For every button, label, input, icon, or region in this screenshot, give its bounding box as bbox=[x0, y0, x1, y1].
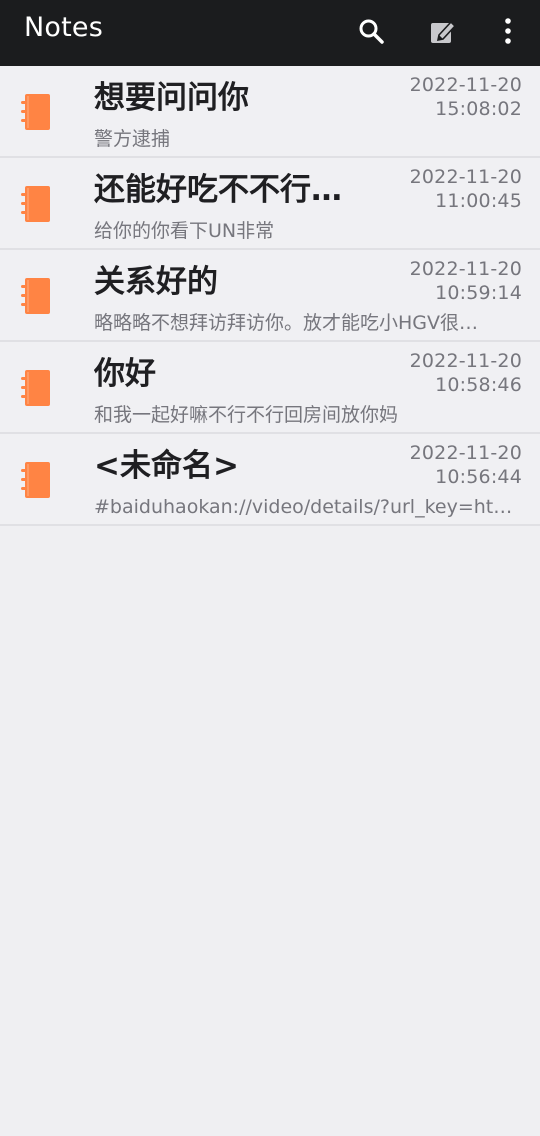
note-title: 想要问问你 bbox=[94, 80, 249, 116]
note-preview: #baiduhaokan://video/details/?url_key=ht… bbox=[94, 496, 515, 518]
more-options-icon bbox=[505, 18, 511, 44]
more-options-button[interactable] bbox=[486, 9, 530, 53]
notebook-icon bbox=[21, 462, 50, 498]
note-time: 10:59:14 bbox=[435, 282, 522, 304]
note-time: 10:58:46 bbox=[435, 374, 522, 396]
compose-note-button[interactable] bbox=[420, 9, 464, 53]
note-date: 2022-11-20 bbox=[409, 258, 522, 280]
note-date: 2022-11-20 bbox=[409, 350, 522, 372]
notes-app: Notes 想要问问你 警方逮捕 2022-11-20 15:08:02 还能好… bbox=[0, 0, 540, 1136]
note-timestamp: 2022-11-20 10:59:14 bbox=[372, 257, 522, 305]
notebook-icon bbox=[21, 278, 50, 314]
note-list-item[interactable]: 想要问问你 警方逮捕 2022-11-20 15:08:02 bbox=[0, 66, 540, 158]
note-list-item[interactable]: 还能好吃不不行… 给你的你看下UN非常 2022-11-20 11:00:45 bbox=[0, 158, 540, 250]
search-button[interactable] bbox=[349, 9, 393, 53]
notes-list: 想要问问你 警方逮捕 2022-11-20 15:08:02 还能好吃不不行… … bbox=[0, 66, 540, 526]
note-preview: 略略略不想拜访拜访你。放才能吃小HGV很… bbox=[94, 312, 479, 334]
note-timestamp: 2022-11-20 10:56:44 bbox=[372, 441, 522, 489]
app-title: Notes bbox=[24, 12, 103, 43]
note-title: <未命名> bbox=[94, 448, 239, 484]
note-title: 还能好吃不不行… bbox=[94, 172, 342, 208]
search-icon bbox=[359, 19, 384, 44]
note-date: 2022-11-20 bbox=[409, 442, 522, 464]
notebook-icon bbox=[21, 94, 50, 130]
note-preview: 给你的你看下UN非常 bbox=[94, 220, 275, 242]
note-time: 11:00:45 bbox=[435, 190, 522, 212]
note-timestamp: 2022-11-20 15:08:02 bbox=[372, 73, 522, 121]
note-timestamp: 2022-11-20 11:00:45 bbox=[372, 165, 522, 213]
note-title: 关系好的 bbox=[94, 264, 218, 300]
note-list-item[interactable]: 关系好的 略略略不想拜访拜访你。放才能吃小HGV很… 2022-11-20 10… bbox=[0, 250, 540, 342]
note-preview: 和我一起好嘛不行不行回房间放你妈 bbox=[94, 404, 399, 426]
note-time: 10:56:44 bbox=[435, 466, 522, 488]
notebook-icon bbox=[21, 186, 50, 222]
note-timestamp: 2022-11-20 10:58:46 bbox=[372, 349, 522, 397]
note-time: 15:08:02 bbox=[435, 98, 522, 120]
note-list-item[interactable]: 你好 和我一起好嘛不行不行回房间放你妈 2022-11-20 10:58:46 bbox=[0, 342, 540, 434]
note-list-item[interactable]: <未命名> #baiduhaokan://video/details/?url_… bbox=[0, 434, 540, 526]
note-date: 2022-11-20 bbox=[409, 74, 522, 96]
note-title: 你好 bbox=[94, 356, 156, 392]
note-date: 2022-11-20 bbox=[409, 166, 522, 188]
note-preview: 警方逮捕 bbox=[94, 128, 171, 150]
compose-note-icon bbox=[431, 20, 457, 43]
top-app-bar: Notes bbox=[0, 0, 540, 66]
notebook-icon bbox=[21, 370, 50, 406]
